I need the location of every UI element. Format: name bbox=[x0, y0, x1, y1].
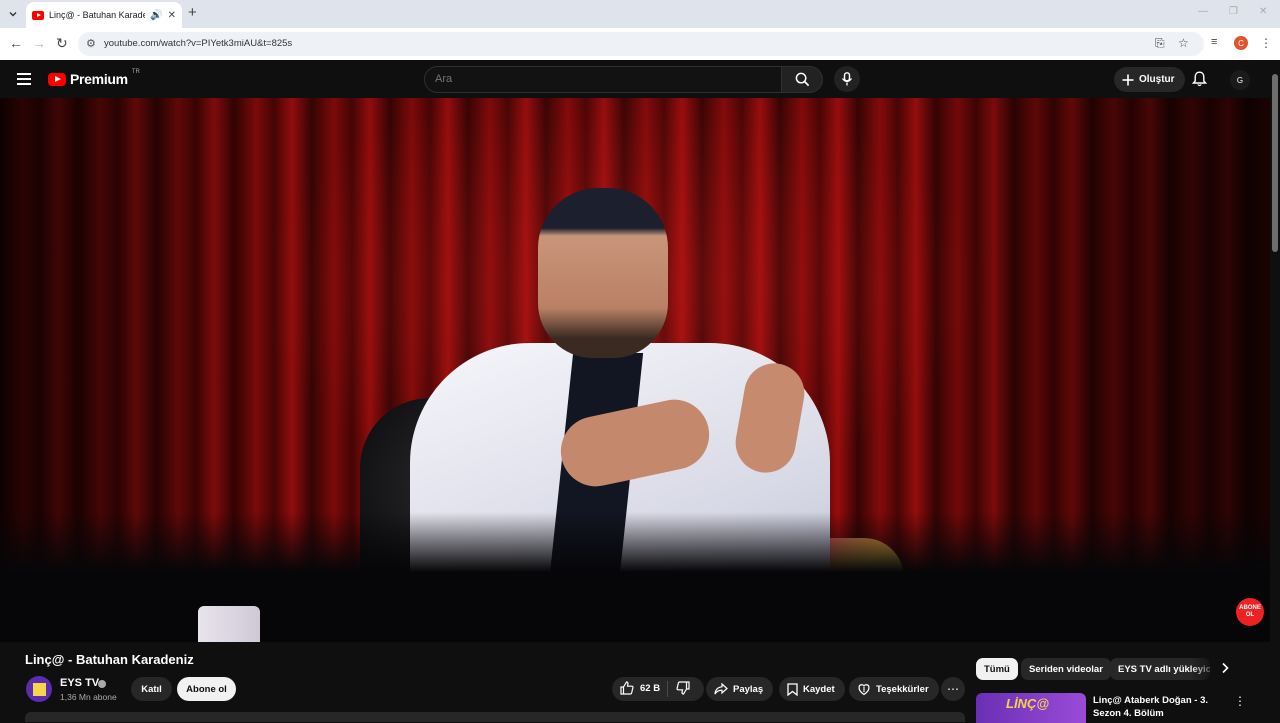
notifications-button[interactable] bbox=[1192, 71, 1207, 87]
logo-text: Premium bbox=[70, 71, 128, 87]
super-thanks-icon bbox=[858, 684, 870, 696]
user-avatar[interactable]: G bbox=[1230, 70, 1250, 90]
site-settings-icon[interactable]: ⚙ bbox=[86, 37, 96, 50]
chrome-menu-icon[interactable]: ⋮ bbox=[1260, 36, 1272, 50]
thanks-button[interactable]: Teşekkürler bbox=[849, 677, 939, 701]
description-box[interactable] bbox=[25, 712, 965, 722]
stage-floor bbox=[0, 512, 1270, 642]
recommendation-thumbnail[interactable]: LİNÇ@ bbox=[976, 693, 1086, 723]
head-shape bbox=[538, 188, 668, 358]
subscriber-count: 1,36 Mn abone bbox=[60, 692, 117, 702]
logo-region: TR bbox=[131, 69, 140, 75]
create-label: Oluştur bbox=[1139, 74, 1175, 85]
menu-icon[interactable] bbox=[17, 73, 31, 85]
search-button[interactable] bbox=[781, 66, 823, 93]
recommendation-title[interactable]: Linç@ Ataberk Doğan - 3. Sezon 4. Bölüm bbox=[1093, 694, 1233, 720]
thanks-label: Teşekkürler bbox=[876, 683, 929, 695]
dislike-button[interactable] bbox=[676, 681, 690, 695]
video-player[interactable]: ABONE OL bbox=[0, 98, 1270, 642]
browser-tab-strip: Linç@ - Batuhan Karadeniz 🔊 ✕ + — ❐ ✕ bbox=[0, 0, 1280, 28]
subscribe-button[interactable]: Abone ol bbox=[177, 677, 236, 701]
youtube-favicon-icon bbox=[32, 10, 44, 20]
channel-avatar[interactable] bbox=[26, 676, 52, 702]
channel-name[interactable]: EYS TV bbox=[60, 677, 99, 689]
join-button[interactable]: Katıl bbox=[131, 677, 172, 701]
tab-search-button[interactable] bbox=[4, 5, 22, 23]
tab-title: Linç@ - Batuhan Karadeniz bbox=[49, 10, 145, 20]
thumbs-up-icon bbox=[620, 681, 634, 695]
bell-icon bbox=[1192, 71, 1207, 87]
voice-search-button[interactable] bbox=[834, 66, 860, 92]
like-count: 62 B bbox=[640, 682, 661, 694]
save-label: Kaydet bbox=[803, 683, 835, 695]
video-title: Linç@ - Batuhan Karadeniz bbox=[25, 652, 194, 667]
new-tab-button[interactable]: + bbox=[188, 5, 197, 21]
speaker-icon[interactable]: 🔊 bbox=[150, 10, 162, 21]
minimize-icon[interactable]: — bbox=[1198, 6, 1208, 17]
youtube-play-icon bbox=[48, 72, 66, 86]
forward-icon[interactable]: → bbox=[32, 35, 46, 51]
chevron-down-icon bbox=[9, 12, 17, 17]
microphone-icon bbox=[841, 72, 853, 86]
browser-tab-active[interactable]: Linç@ - Batuhan Karadeniz 🔊 ✕ bbox=[26, 2, 182, 28]
like-button[interactable]: 62 B bbox=[620, 681, 660, 695]
reload-icon[interactable]: ↻ bbox=[56, 35, 68, 51]
scrollbar-thumb[interactable] bbox=[1272, 74, 1278, 252]
maximize-icon[interactable]: ❐ bbox=[1229, 6, 1238, 17]
tab-close-icon[interactable]: ✕ bbox=[168, 10, 176, 21]
url-text[interactable]: youtube.com/watch?v=PIYetk3miAU&t=825s bbox=[104, 38, 292, 49]
search-icon bbox=[795, 72, 809, 87]
thumbnail-text: LİNÇ@ bbox=[1006, 696, 1050, 711]
create-button[interactable]: Oluştur bbox=[1114, 67, 1185, 92]
save-button[interactable]: Kaydet bbox=[779, 677, 845, 701]
chip-series[interactable]: Seriden videolar bbox=[1021, 658, 1111, 680]
browser-toolbar: ← → ↻ ⚙ youtube.com/watch?v=PIYetk3miAU&… bbox=[0, 28, 1280, 60]
chip-all[interactable]: Tümü bbox=[976, 658, 1018, 680]
search-box[interactable] bbox=[424, 66, 782, 93]
share-label: Paylaş bbox=[733, 683, 764, 695]
profile-avatar[interactable]: C bbox=[1234, 36, 1248, 50]
youtube-logo[interactable]: Premium TR bbox=[48, 69, 140, 87]
subscribe-watermark[interactable]: ABONE OL bbox=[1236, 598, 1264, 626]
share-button[interactable]: Paylaş bbox=[706, 677, 774, 701]
verified-icon bbox=[98, 680, 106, 688]
like-dislike-group: 62 B bbox=[612, 677, 704, 701]
more-actions-button[interactable]: ⋯ bbox=[941, 677, 965, 701]
search-input[interactable] bbox=[435, 73, 755, 85]
back-icon[interactable]: ← bbox=[9, 35, 23, 51]
plus-icon bbox=[1122, 74, 1134, 85]
recommendation-more-icon[interactable]: ⋮ bbox=[1234, 694, 1246, 708]
youtube-header: Premium TR Oluştur G bbox=[0, 60, 1270, 98]
install-app-icon[interactable]: ⎘ bbox=[1155, 36, 1165, 51]
bookmark-icon bbox=[787, 682, 798, 696]
share-icon bbox=[714, 683, 728, 695]
chips-next-button[interactable] bbox=[1220, 662, 1230, 674]
mug-shape bbox=[198, 606, 260, 642]
thumbs-down-icon bbox=[676, 681, 690, 695]
window-close-icon[interactable]: ✕ bbox=[1259, 6, 1267, 17]
media-controls-icon[interactable]: ≡ bbox=[1211, 36, 1217, 48]
like-divider bbox=[667, 681, 668, 697]
bookmark-star-icon[interactable]: ☆ bbox=[1178, 36, 1189, 50]
address-bar[interactable]: ⚙ youtube.com/watch?v=PIYetk3miAU&t=825s… bbox=[78, 32, 1204, 56]
chevron-right-icon bbox=[1222, 662, 1229, 674]
